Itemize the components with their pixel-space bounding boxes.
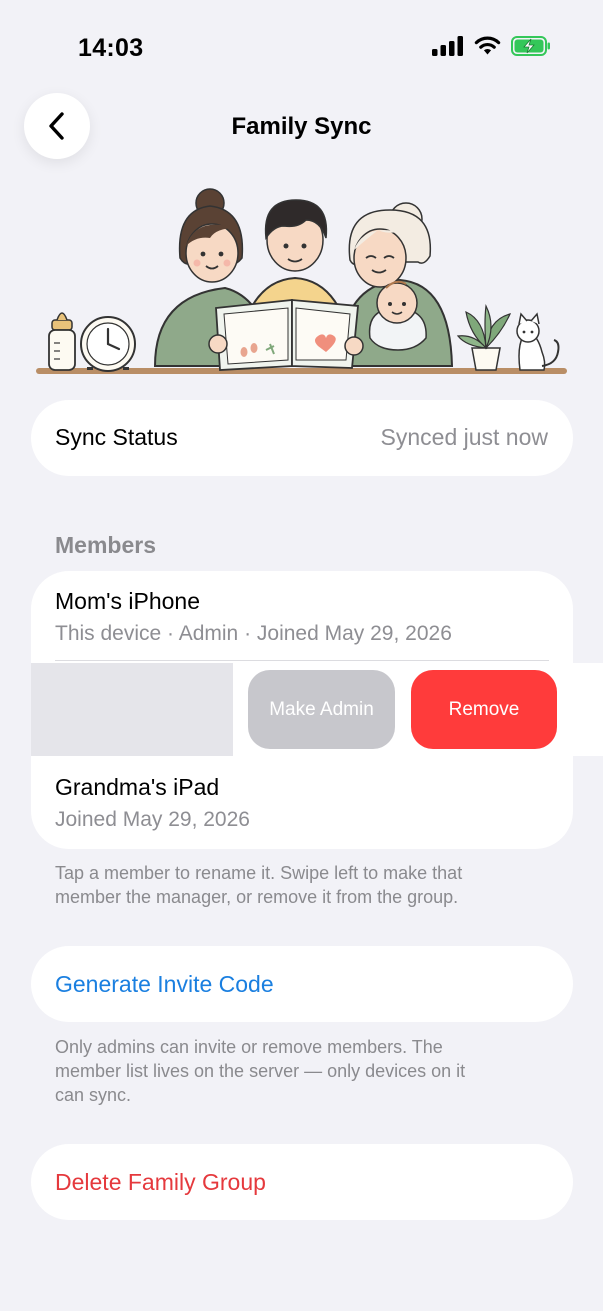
invite-footnote: Only admins can invite or remove members… [55, 1035, 465, 1107]
delete-family-group-label: Delete Family Group [55, 1169, 266, 1195]
page-title: Family Sync [231, 113, 372, 140]
wifi-icon [474, 36, 501, 55]
sync-status-value: Synced just now [380, 424, 548, 450]
members-section-header: Members [55, 532, 156, 558]
battery-charging-icon [511, 36, 550, 56]
family-reading-illustration [36, 188, 567, 374]
swiped-row-content[interactable] [31, 663, 233, 756]
footnote-line: member list lives on the server — only d… [55, 1061, 466, 1081]
potted-plant-icon [456, 303, 512, 371]
footnote-line: Only admins can invite or remove members… [55, 1037, 443, 1057]
divider [55, 660, 549, 661]
make-admin-button[interactable]: Make Admin [248, 670, 395, 749]
footnote-line: can sync. [55, 1085, 132, 1105]
sync-status-label: Sync Status [55, 424, 178, 450]
generate-invite-code-label: Generate Invite Code [55, 971, 274, 997]
delete-family-group-button[interactable]: Delete Family Group [31, 1144, 573, 1220]
status-time: 14:03 [78, 34, 144, 62]
member-row-swiped[interactable]: Make Admin Remove [31, 663, 603, 756]
member-name: Mom's iPhone [55, 588, 201, 614]
members-footnote: Tap a member to rename it. Swipe left to… [55, 861, 462, 909]
sync-status-row: Sync Status Synced just now [31, 400, 573, 476]
generate-invite-code-button[interactable]: Generate Invite Code [31, 946, 573, 1022]
footnote-line: Tap a member to rename it. Swipe left to… [55, 863, 463, 883]
footnote-line: member the manager, or remove it from th… [55, 887, 459, 907]
open-book-icon [215, 299, 359, 371]
remove-member-button[interactable]: Remove [411, 670, 557, 749]
status-icons [432, 36, 551, 56]
member-name: Grandma's iPad [55, 774, 220, 800]
status-bar: 14:03 [0, 0, 603, 96]
member-subtitle: Joined May 29, 2026 [55, 808, 250, 831]
cat-icon [516, 312, 560, 371]
baby-bottle-icon [48, 312, 76, 371]
member-subtitle: This device · Admin · Joined May 29, 202… [55, 622, 452, 645]
clock-icon [80, 316, 136, 372]
cellular-signal-icon [432, 36, 463, 56]
